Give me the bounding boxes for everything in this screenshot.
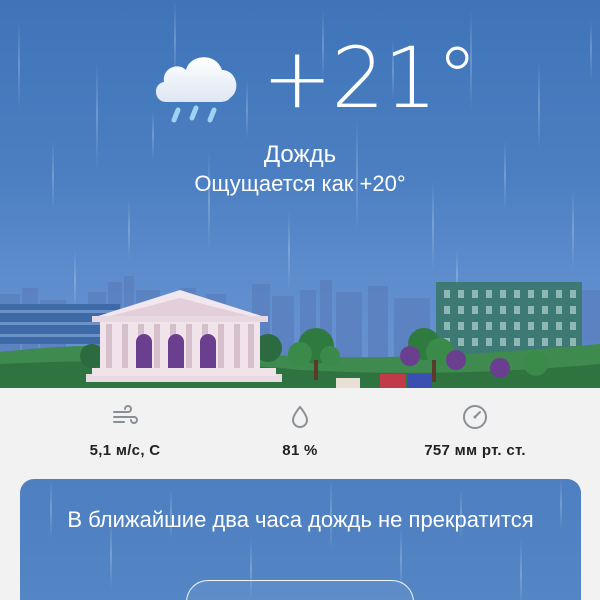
city-illustration bbox=[0, 276, 600, 388]
humidity-drop-icon bbox=[291, 405, 309, 428]
wind-detail: 5,1 м/с, С bbox=[25, 402, 225, 459]
nowcast-card[interactable]: В ближайшие два часа дождь не прекратитс… bbox=[20, 479, 581, 600]
humidity-detail: 81 % bbox=[200, 402, 400, 459]
weather-condition: Дождь bbox=[263, 141, 337, 168]
wind-icon bbox=[113, 405, 138, 424]
pressure-gauge-icon bbox=[463, 405, 487, 429]
nowcast-map-button[interactable] bbox=[186, 580, 414, 600]
pressure-value: 757 мм рт. ст. bbox=[424, 442, 526, 459]
current-temperature: +21° bbox=[262, 29, 478, 127]
humidity-value: 81 % bbox=[282, 442, 318, 459]
nowcast-text: В ближайшие два часа дождь не прекратитс… bbox=[67, 507, 534, 532]
feels-like-temperature: Ощущается как +20° bbox=[194, 171, 406, 196]
cloud-rain-icon bbox=[155, 57, 237, 123]
weather-hero: +21° Дождь Ощущается как +20° bbox=[0, 0, 600, 388]
wind-value: 5,1 м/с, С bbox=[89, 442, 161, 459]
pressure-detail: 757 мм рт. ст. bbox=[375, 402, 575, 459]
weather-details: 5,1 м/с, С 81 % 757 мм рт. ст. bbox=[0, 388, 600, 478]
weather-screen: +21° Дождь Ощущается как +20° 5,1 м/с, С… bbox=[0, 0, 600, 600]
